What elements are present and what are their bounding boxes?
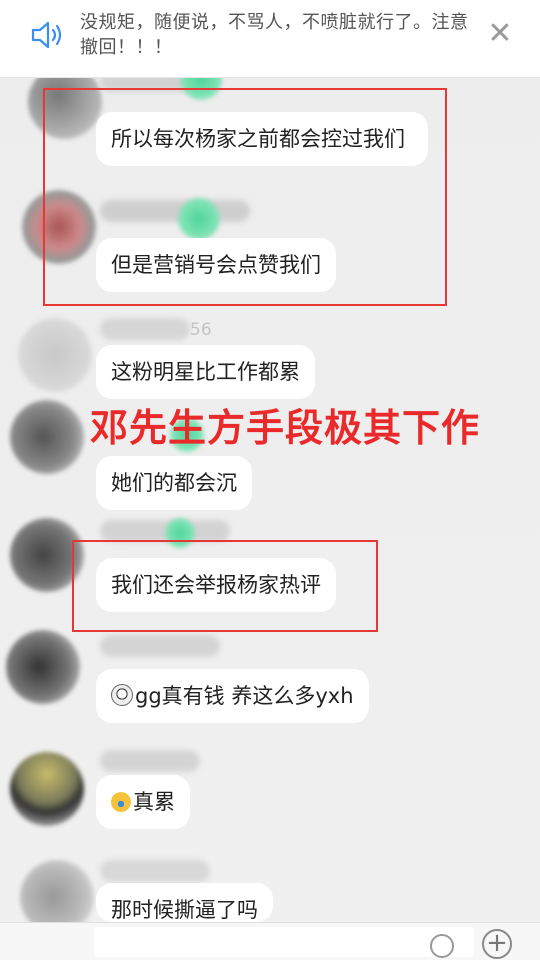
message-bubble[interactable]: 那时候撕逼了吗 xyxy=(96,883,273,922)
avatar[interactable] xyxy=(10,400,84,474)
overlay-caption: 邓先生方手段极其下作 xyxy=(90,406,481,450)
speaker-icon xyxy=(31,21,62,49)
sender-name-fragment: 56 xyxy=(190,320,212,340)
input-bar: + xyxy=(0,922,540,960)
avatar[interactable] xyxy=(18,318,92,392)
smiley-icon[interactable] xyxy=(430,934,454,958)
message-bubble[interactable]: 真累 xyxy=(96,775,190,829)
crying-face-icon xyxy=(111,684,133,706)
announcement-bar[interactable]: 没规矩，随便说，不骂人，不喷脏就行了。注意撤回！！！ ✕ xyxy=(0,0,540,78)
close-icon[interactable]: ✕ xyxy=(486,18,514,50)
laughing-face-icon xyxy=(111,792,131,812)
highlight-box xyxy=(43,88,447,306)
message-text: gg真有钱 养这么多yxh xyxy=(135,684,354,708)
message-text: 这粉明星比工作都累 xyxy=(111,360,300,384)
avatar[interactable] xyxy=(10,752,84,826)
avatar[interactable] xyxy=(6,630,80,704)
message-bubble[interactable]: 这粉明星比工作都累 xyxy=(96,345,315,399)
message-input[interactable] xyxy=(94,927,474,957)
message-text: 真累 xyxy=(133,790,175,814)
chat-screen: 56 所以每次杨家之前都会控过我们 但是营销号会点赞我们 这粉明星比工作都累 她… xyxy=(0,0,540,960)
sender-name-redacted xyxy=(100,750,200,772)
message-bubble[interactable]: gg真有钱 养这么多yxh xyxy=(96,669,369,723)
message-text: 那时候撕逼了吗 xyxy=(111,898,258,922)
announcement-text: 没规矩，随便说，不骂人，不喷脏就行了。注意撤回！！！ xyxy=(80,12,469,58)
sender-name-redacted xyxy=(100,318,190,340)
sender-name-redacted xyxy=(100,860,210,882)
message-bubble[interactable]: 她们的都会沉 xyxy=(96,456,252,510)
message-text: 她们的都会沉 xyxy=(111,471,237,495)
plus-icon[interactable]: + xyxy=(482,929,512,959)
highlight-box xyxy=(72,540,378,632)
sender-name-redacted xyxy=(100,635,220,657)
